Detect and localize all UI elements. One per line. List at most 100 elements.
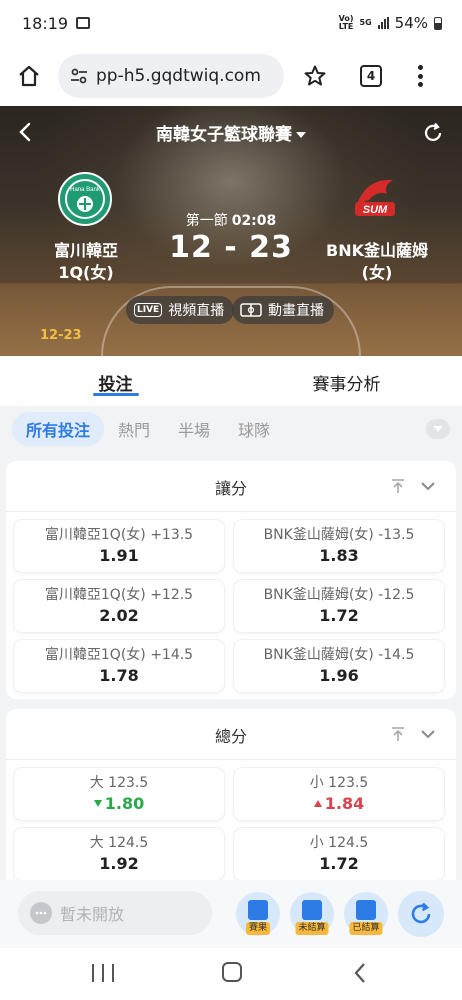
match-date: 12-23 [40,328,82,343]
odds-button[interactable]: 富川韓亞1Q(女) +12.5 2.02 [14,580,224,632]
main-tabs: 投注 賽事分析 [0,356,462,406]
animation-live-label: 動畫直播 [268,303,324,319]
chat-bubble-icon [30,902,52,924]
odds-value: 1.92 [99,854,139,873]
market-panel-handicap: 讓分 富川韓亞1Q(女) +13.5 1.91 BNK釜山薩姆(女) -13.5 1… [6,461,456,699]
system-back-button[interactable] [352,962,368,984]
odds-label: 富川韓亞1Q(女) +14.5 [44,647,194,663]
address-bar[interactable]: pp-h5.gqdtwiq.com [58,54,284,98]
game-clock: 02:08 [231,213,277,229]
market-filter-bar: 所有投注 熱門 半場 球隊 [0,406,462,452]
filter-expand-button[interactable] [426,419,450,439]
unsettled-label: 未結算 [295,922,329,935]
filter-popular[interactable]: 熱門 [104,412,164,446]
odds-button[interactable]: 小 124.5 1.72 [234,828,444,880]
tab-betting[interactable]: 投注 [0,356,231,406]
odds-value-text: 1.84 [324,794,365,813]
market-title: 讓分 [214,479,247,498]
chat-placeholder: 暫未開放 [60,905,125,924]
odds-value: 1.91 [99,546,139,565]
tab-match-analysis[interactable]: 賽事分析 [231,356,462,406]
odds-grid: 富川韓亞1Q(女) +13.5 1.91 BNK釜山薩姆(女) -13.5 1.83… [6,512,456,692]
chevron-down-icon [433,426,443,432]
odds-grid: 大 123.5 1.80 小 123.5 1.84 大 124.5 1.92 小 12… [6,760,456,880]
odds-value: 1.72 [319,854,359,873]
odds-up-icon [313,800,322,807]
filter-team[interactable]: 球隊 [224,412,284,446]
animation-live-button[interactable]: 動畫直播 [232,296,334,324]
caret-down-icon [296,132,306,138]
odds-button[interactable]: 大 124.5 1.92 [14,828,224,880]
status-right: Vo) LTE 5G 54% [339,14,442,32]
odds-label: 小 123.5 [309,775,369,791]
tab-switcher-button[interactable]: 4 [360,65,382,87]
pin-top-icon[interactable] [390,477,406,495]
5g-icon: 5G [359,18,372,27]
odds-label: BNK釜山薩姆(女) -12.5 [263,587,415,603]
market-header[interactable]: 總分 [6,709,456,759]
refresh-icon[interactable] [422,122,444,144]
odds-label: BNK釜山薩姆(女) -14.5 [263,647,415,663]
home-team-line2: 1Q(女) [58,263,114,282]
odds-button[interactable]: 大 123.5 1.80 [14,768,224,820]
away-team-line2: (女) [361,263,393,282]
results-button[interactable]: 賽果 [236,892,280,936]
odds-label: 富川韓亞1Q(女) +12.5 [44,587,194,603]
unsettled-icon [302,900,322,920]
pin-top-icon[interactable] [390,725,406,743]
odds-value-text: 1.80 [104,794,145,813]
odds-label: 小 124.5 [309,835,369,851]
site-settings-icon[interactable] [68,65,90,87]
court-icon [240,303,262,317]
period-label: 第一節 [185,213,228,229]
dot-icon [417,65,423,70]
chevron-down-icon[interactable] [420,477,436,495]
unsettled-button[interactable]: 未結算 [290,892,334,936]
odds-value: 1.83 [319,546,359,565]
odds-button[interactable]: 富川韓亞1Q(女) +14.5 1.78 [14,640,224,692]
scoreboard: 12 - 23 [169,230,293,265]
recent-apps-button[interactable] [92,964,114,982]
league-selector[interactable]: 南韓女子籃球聯賽 [0,120,462,145]
results-label: 賽果 [245,922,271,935]
market-header[interactable]: 讓分 [6,461,456,511]
market-panel-total: 總分 大 123.5 1.80 小 123.5 1.84 大 124.5 1.92 小… [6,709,456,909]
home-logo-text: Hana Bank [70,187,101,193]
chevron-down-icon[interactable] [420,725,436,743]
filter-all-bets[interactable]: 所有投注 [12,412,105,446]
settled-button[interactable]: 已結算 [344,892,388,936]
odds-value: 1.80 [14,792,224,816]
image-notification-icon [76,17,91,29]
browser-toolbar: pp-h5.gqdtwiq.com 4 [0,46,462,106]
odds-value: 2.02 [99,606,139,625]
dot-icon [417,82,423,87]
odds-button[interactable]: BNK釜山薩姆(女) -12.5 1.72 [234,580,444,632]
odds-button[interactable]: BNK釜山薩姆(女) -13.5 1.83 [234,520,444,572]
odds-value: 1.96 [319,666,359,685]
match-header: 南韓女子籃球聯賽 Hana Bank SUM 富川韓亞 1Q(女) BNK釜山薩… [0,106,462,356]
league-name: 南韓女子籃球聯賽 [156,125,292,145]
odds-label: 大 123.5 [89,775,149,791]
app-root: 18:19 Vo)LTE 5G 54% pp-h5.gqdtwiq.com 4 [0,0,462,1000]
status-bar: 18:19 Vo) LTE 5G 54% [0,0,462,46]
odds-button[interactable]: 小 123.5 1.84 [234,768,444,820]
odds-value: 1.84 [234,792,444,816]
odds-label: 大 124.5 [89,835,149,851]
odds-button[interactable]: 富川韓亞1Q(女) +13.5 1.91 [14,520,224,572]
system-home-button[interactable] [222,962,242,982]
chat-input[interactable]: 暫未開放 [18,891,212,935]
battery-icon [434,16,442,30]
filter-half[interactable]: 半場 [164,412,224,446]
browser-home-button[interactable] [14,61,44,91]
video-live-button[interactable]: LIVE 視頻直播 [126,296,235,324]
refresh-button[interactable] [398,891,444,937]
system-nav-bar [0,948,462,1000]
bottom-action-bar: 暫未開放 賽果 未結算 已結算 [0,880,462,948]
volte-icon: Vo) LTE [338,14,354,31]
bookmark-button[interactable] [300,61,330,91]
home-icon [19,65,39,87]
results-icon [248,900,268,920]
odds-value: 1.78 [99,666,139,685]
browser-menu-button[interactable] [416,65,424,87]
odds-button[interactable]: BNK釜山薩姆(女) -14.5 1.96 [234,640,444,692]
